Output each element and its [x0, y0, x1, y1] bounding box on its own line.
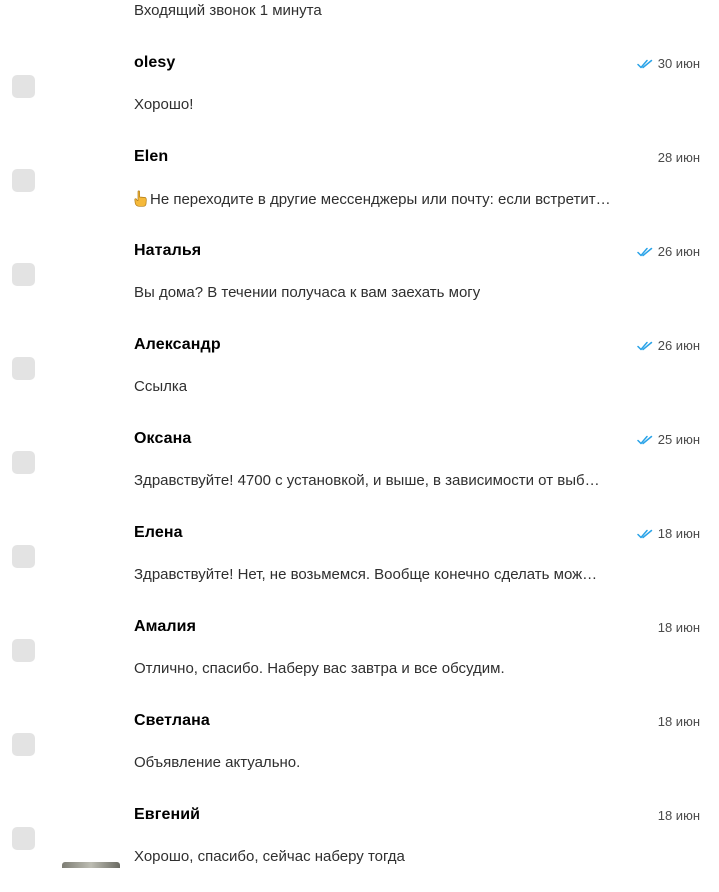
chat-select-checkbox[interactable]: [12, 827, 35, 850]
chat-row[interactable]: Светлана 18 июн Объявление актуально.: [0, 704, 719, 798]
chat-select-checkbox[interactable]: [12, 733, 35, 756]
chat-meta: 26 июн: [636, 338, 700, 353]
chat-meta: 28 июн: [658, 150, 700, 165]
chat-last-message-text: Здравствуйте! Нет, не возьмемся. Вообще …: [134, 566, 598, 583]
chat-last-message-text: Отлично, спасибо. Наберу вас завтра и вс…: [134, 660, 505, 677]
chat-meta: 18 июн: [636, 526, 700, 541]
chat-contact-name: Александр: [134, 336, 221, 353]
chat-meta: 30 июн: [636, 56, 700, 71]
chat-contact-name: Светлана: [134, 712, 210, 729]
chat-row[interactable]: Елена 18 июн Здравствуйте! Нет, не возьмем…: [0, 516, 719, 610]
chat-select-checkbox[interactable]: [12, 75, 35, 98]
chat-contact-name: olesy: [134, 54, 176, 71]
chat-last-message: Отлично, спасибо. Наберу вас завтра и вс…: [134, 660, 505, 677]
chat-last-message-text: Ссылка: [134, 378, 188, 395]
double-check-icon: [636, 529, 652, 538]
previous-chat-preview: Входящий звонок 1 минута: [134, 2, 322, 19]
chat-last-message-text: Не переходите в другие мессенджеры или п…: [150, 191, 611, 208]
chat-select-checkbox[interactable]: [12, 169, 35, 192]
chat-meta: 18 июн: [658, 808, 700, 823]
chat-select-checkbox[interactable]: [12, 545, 35, 568]
chat-contact-name: Наталья: [134, 242, 202, 259]
chat-date: 28 июн: [657, 150, 700, 165]
chat-row[interactable]: olesy 30 июн Хорошо!: [0, 46, 719, 140]
chat-last-message: Здравствуйте! 4700 с установкой, и выше,…: [134, 472, 600, 489]
chat-row[interactable]: Евгений 18 июн Хорошо, спасибо, сейчас наб…: [0, 798, 719, 892]
chat-row[interactable]: Elen 28 июн Не переходите в другие мессенд…: [0, 140, 719, 234]
chat-last-message: Хорошо!: [134, 96, 193, 113]
chat-date: 18 июн: [657, 808, 700, 823]
chat-date: 26 июн: [657, 244, 700, 259]
chat-contact-name: Амалия: [134, 618, 197, 635]
chat-last-message: Ссылка: [134, 378, 187, 395]
chat-last-message-text: Объявление актуально.: [134, 754, 301, 771]
chat-last-message: Объявление актуально.: [134, 754, 300, 771]
chat-row[interactable]: Александр 26 июн Ссылка: [0, 328, 719, 422]
chat-meta: 18 июн: [658, 714, 700, 729]
chat-contact-name: Евгений: [134, 806, 201, 823]
chat-date: 30 июн: [657, 56, 700, 71]
chat-row[interactable]: Наталья 26 июн Вы дома? В течении получаса…: [0, 234, 719, 328]
chat-meta: 26 июн: [636, 244, 700, 259]
double-check-icon: [636, 247, 652, 256]
chat-date: 26 июн: [657, 338, 700, 353]
double-check-icon: [636, 435, 652, 444]
chat-last-message-text: Хорошо, спасибо, сейчас наберу тогда: [134, 848, 405, 865]
chat-last-message-text: Хорошо!: [134, 96, 194, 113]
chat-date: 18 июн: [657, 526, 700, 541]
chat-select-checkbox[interactable]: [12, 263, 35, 286]
chat-row[interactable]: Амалия 18 июн Отлично, спасибо. Наберу вас…: [0, 610, 719, 704]
chat-date: 18 июн: [657, 714, 700, 729]
pointing-finger-icon: [134, 190, 147, 207]
chat-contact-name: Елена: [134, 524, 183, 541]
avatar: [62, 862, 120, 868]
chat-contact-name: Elen: [134, 148, 169, 165]
chat-contact-name: Оксана: [134, 430, 192, 447]
double-check-icon: [636, 59, 652, 68]
chat-last-message: Здравствуйте! Нет, не возьмемся. Вообще …: [134, 566, 597, 583]
chat-last-message: Хорошо, спасибо, сейчас наберу тогда: [134, 848, 405, 865]
chat-last-message-text: Вы дома? В течении получаса к вам заехат…: [134, 284, 481, 301]
chat-date: 25 июн: [657, 432, 700, 447]
chat-date: 18 июн: [657, 620, 700, 635]
chat-list: Входящий звонок 1 минута olesy 30 июн Хоро…: [0, 0, 719, 873]
chat-meta: 25 июн: [636, 432, 700, 447]
chat-last-message-text: Здравствуйте! 4700 с установкой, и выше,…: [134, 472, 600, 489]
chat-meta: 18 июн: [658, 620, 700, 635]
chat-select-checkbox[interactable]: [12, 357, 35, 380]
double-check-icon: [636, 341, 652, 350]
chat-select-checkbox[interactable]: [12, 639, 35, 662]
chat-select-checkbox[interactable]: [12, 451, 35, 474]
chat-row[interactable]: Оксана 25 июн Здравствуйте! 4700 с установ…: [0, 422, 719, 516]
chat-last-message: Вы дома? В течении получаса к вам заехат…: [134, 284, 480, 301]
chat-last-message: Не переходите в другие мессенджеры или п…: [134, 190, 611, 208]
